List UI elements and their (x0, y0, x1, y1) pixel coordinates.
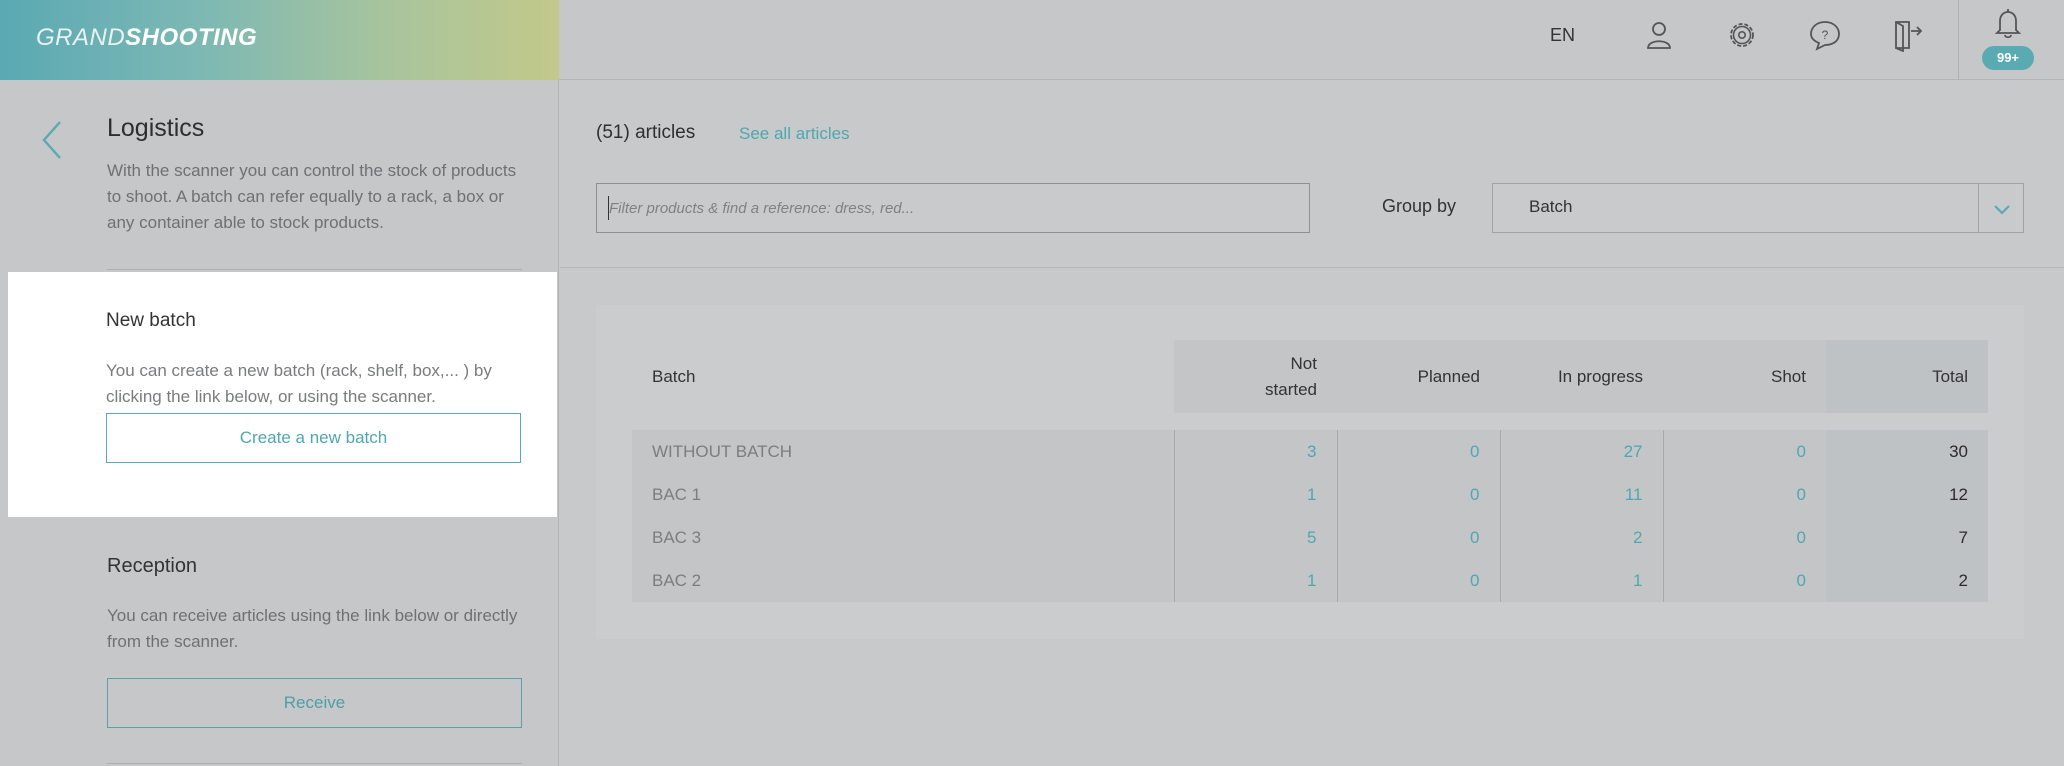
group-by-select[interactable]: Batch (1492, 183, 2024, 233)
column-header-in-progress[interactable]: In progress (1500, 340, 1663, 413)
reception-description: You can receive articles using the link … (107, 606, 518, 651)
divider (107, 763, 522, 764)
logout-door-icon[interactable] (1891, 18, 1925, 52)
in-progress-count[interactable]: 2 (1499, 516, 1663, 559)
top-header: GRANDSHOOTING EN ? 99+ (0, 0, 2064, 80)
planned-count[interactable]: 0 (1336, 516, 1500, 559)
in-progress-count[interactable]: 27 (1499, 430, 1663, 473)
text-cursor (608, 196, 609, 220)
group-by-value: Batch (1529, 197, 1573, 216)
table-row[interactable]: WITHOUT BATCH 3 0 27 0 30 (632, 430, 1988, 473)
help-bubble-icon[interactable]: ? (1808, 18, 1842, 52)
filter-input[interactable] (596, 183, 1310, 233)
create-new-batch-button[interactable]: Create a new batch (106, 413, 521, 463)
divider (107, 269, 522, 270)
chevron-down-icon[interactable] (1991, 198, 2013, 220)
planned-count[interactable]: 0 (1336, 430, 1500, 473)
shot-count[interactable]: 0 (1662, 559, 1826, 602)
table-row[interactable]: BAC 2 1 0 1 0 2 (632, 559, 1988, 602)
batch-name[interactable]: WITHOUT BATCH (632, 430, 1174, 473)
table-row[interactable]: BAC 1 1 0 11 0 12 (632, 473, 1988, 516)
table-spacer (632, 413, 1988, 430)
reception-title: Reception (107, 555, 198, 577)
planned-count[interactable]: 0 (1336, 559, 1500, 602)
svg-text:?: ? (1822, 28, 1829, 42)
header-divider (1958, 0, 1959, 80)
in-progress-count[interactable]: 1 (1499, 559, 1663, 602)
logo-area[interactable]: GRANDSHOOTING (0, 0, 559, 80)
notifications-badge[interactable]: 99+ (1982, 46, 2034, 70)
total-count: 2 (1826, 559, 1988, 602)
shot-count[interactable]: 0 (1662, 430, 1826, 473)
column-header-total[interactable]: Total (1826, 340, 1988, 413)
column-header-planned[interactable]: Planned (1337, 340, 1500, 413)
shot-count[interactable]: 0 (1662, 473, 1826, 516)
column-header-not-started[interactable]: Not started (1174, 340, 1337, 413)
batch-table-container: Batch Not started Planned In progress Sh… (596, 305, 2024, 639)
new-batch-card: New batch You can create a new batch (ra… (8, 272, 557, 517)
receive-button[interactable]: Receive (107, 678, 522, 728)
user-icon[interactable] (1642, 18, 1676, 52)
logo-light-text: GRAND (36, 24, 126, 51)
page-title: Logistics (107, 114, 205, 142)
shot-count[interactable]: 0 (1662, 516, 1826, 559)
logo-bold-text: SHOOTING (125, 24, 258, 51)
planned-count[interactable]: 0 (1336, 473, 1500, 516)
bell-icon[interactable] (1991, 6, 2025, 40)
page-description: With the scanner you can control the sto… (107, 161, 517, 232)
see-all-articles-link[interactable]: See all articles (739, 124, 850, 144)
total-count: 12 (1826, 473, 1988, 516)
total-count: 30 (1826, 430, 1988, 473)
batch-name[interactable]: BAC 1 (632, 473, 1174, 516)
not-started-count[interactable]: 1 (1173, 559, 1337, 602)
articles-count: (51) articles (596, 122, 696, 143)
new-batch-title: New batch (106, 310, 196, 331)
main-divider (560, 267, 2064, 268)
table-header-row: Batch Not started Planned In progress Sh… (632, 340, 1988, 413)
total-count: 7 (1826, 516, 1988, 559)
logistics-sidebar: Logistics With the scanner you can contr… (0, 80, 559, 766)
new-batch-description: You can create a new batch (rack, shelf,… (106, 361, 492, 406)
column-header-shot[interactable]: Shot (1663, 340, 1826, 413)
in-progress-count[interactable]: 11 (1499, 473, 1663, 516)
not-started-count[interactable]: 5 (1173, 516, 1337, 559)
group-by-label: Group by (1382, 196, 1457, 216)
select-divider (1978, 184, 1979, 232)
table-row[interactable]: BAC 3 5 0 2 0 7 (632, 516, 1988, 559)
batch-table: Batch Not started Planned In progress Sh… (632, 340, 1988, 602)
column-header-batch[interactable]: Batch (632, 340, 1174, 413)
logo[interactable]: GRANDSHOOTING (36, 24, 257, 52)
not-started-count[interactable]: 3 (1173, 430, 1337, 473)
batch-name[interactable]: BAC 2 (632, 559, 1174, 602)
batch-name[interactable]: BAC 3 (632, 516, 1174, 559)
not-started-count[interactable]: 1 (1173, 473, 1337, 516)
back-arrow-icon[interactable] (38, 118, 66, 162)
gear-icon[interactable] (1725, 18, 1759, 52)
language-selector[interactable]: EN (1550, 25, 1575, 46)
not-started-header-text: Not started (1265, 353, 1317, 399)
